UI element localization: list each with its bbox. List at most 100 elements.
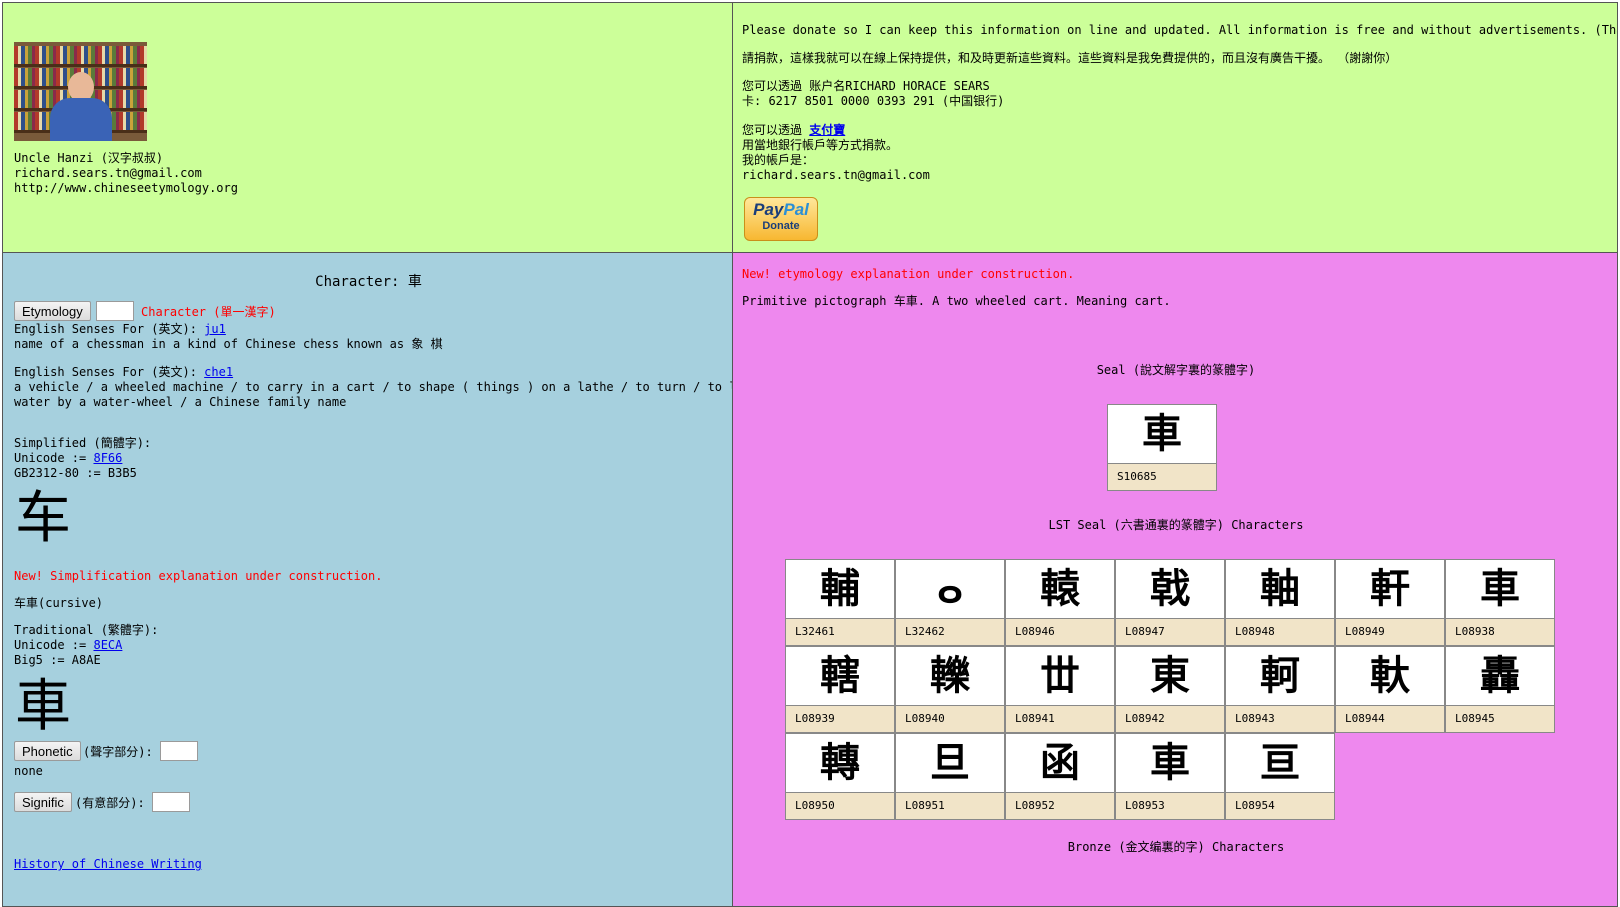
character-label: Character (單一漢字) (141, 305, 276, 319)
glyph-tile: 東 L08942 (1115, 646, 1225, 733)
glyph-tile: 轅 L08946 (1005, 559, 1115, 646)
traditional-big5-code: Big5 := A8AE (14, 653, 101, 667)
glyph-image: 轄 (820, 652, 860, 699)
phonetic-value: none (14, 764, 43, 778)
glyph-tile: 丗 L08941 (1005, 646, 1115, 733)
glyph-image: 轟 (1480, 652, 1520, 699)
pinyin-link-che1[interactable]: che1 (204, 365, 233, 379)
glyph-id-label: L08949 (1336, 618, 1444, 645)
traditional-unicode-label: Unicode := (14, 638, 94, 652)
simplified-unicode-line: Unicode := 8F66 (14, 451, 122, 466)
sense-1-label: English Senses For (英文): (14, 322, 205, 336)
paypal-donate-label: Donate (762, 220, 800, 232)
glyph-image: 轉 (820, 739, 860, 786)
simplification-note: New! Simplification explanation under co… (14, 569, 383, 583)
history-of-chinese-writing-link[interactable]: History of Chinese Writing (14, 857, 202, 872)
glyph-image: 轢 (930, 652, 970, 699)
glyph-id-label: S10685 (1108, 463, 1216, 490)
glyph-image: 車 (1480, 565, 1520, 612)
glyph-tile: 輔 L32461 (785, 559, 895, 646)
glyph-tile: 轟 L08945 (1445, 646, 1555, 733)
glyph-image: 車 (1142, 410, 1182, 457)
profile-website: http://www.chineseetymology.org (14, 181, 238, 195)
glyph-id-label: L08950 (786, 792, 894, 819)
character-panel: Character: 車 Etymology Character (單一漢字) … (2, 252, 733, 907)
glyph-tile: 軻 L08943 (1225, 646, 1335, 733)
glyph-tile: 軒 L08949 (1335, 559, 1445, 646)
alipay-line: 您可以透過 支付寶 (742, 123, 845, 138)
traditional-unicode-line: Unicode := 8ECA (14, 638, 122, 653)
profile-panel: Uncle Hanzi (汉字叔叔) richard.sears.tn@gmai… (2, 2, 733, 253)
glyph-image: 函 (1040, 739, 1080, 786)
sense-2-line: English Senses For (英文): che1 (14, 365, 233, 380)
pinyin-link-ju1[interactable]: ju1 (204, 322, 226, 336)
author-photo (14, 42, 147, 141)
paypal-logo: PayPal (753, 200, 809, 219)
character-input[interactable] (96, 301, 134, 321)
sense-1-line: English Senses For (英文): ju1 (14, 322, 226, 337)
etymology-panel: New! etymology explanation under constru… (732, 252, 1618, 907)
sense-2-text-2: water by a water-wheel / a Chinese famil… (14, 395, 347, 409)
glyph-image: 車 (1150, 739, 1190, 786)
glyph-tile: 轉 L08950 (785, 733, 895, 820)
profile-name: Uncle Hanzi (汉字叔叔) (14, 151, 164, 165)
profile-email: richard.sears.tn@gmail.com (14, 166, 202, 180)
glyph-image: 戟 (1150, 565, 1190, 612)
traditional-label: Traditional (繁體字): (14, 623, 159, 637)
account-label: 我的帳戶是： (742, 153, 815, 167)
etymology-button[interactable]: Etymology (14, 301, 91, 321)
glyph-image: 旦 (930, 739, 970, 786)
glyph-image: 轅 (1040, 565, 1080, 612)
simplified-label: Simplified (簡體字): (14, 436, 152, 450)
glyph-image: 軒 (1370, 565, 1410, 612)
simplified-unicode-label: Unicode := (14, 451, 94, 465)
glyph-image: 亘 (1260, 739, 1300, 786)
alipay-line-2: 用當地銀行帳戶等方式捐款。 (742, 138, 899, 152)
glyph-id-label: L08951 (896, 792, 1004, 819)
glyph-id-label: L08939 (786, 705, 894, 732)
glyph-image: 東 (1150, 652, 1190, 699)
donate-panel: Please donate so I can keep this informa… (732, 2, 1618, 253)
glyph-id-label: L08942 (1116, 705, 1224, 732)
sense-2-text-1: a vehicle / a wheeled machine / to carry… (14, 380, 733, 394)
simplified-unicode-link[interactable]: 8F66 (93, 451, 122, 465)
glyph-tile: 戟 L08947 (1115, 559, 1225, 646)
bronze-section-title: Bronze (金文编裏的字) Characters (1067, 840, 1285, 854)
glyph-image: 輔 (820, 565, 860, 612)
donate-message-zh: 請捐款，這樣我就可以在線上保持提供，和及時更新這些資料。這些資料是我免費提供的，… (742, 51, 1398, 65)
sense-1-text: name of a chessman in a kind of Chinese … (14, 337, 443, 351)
alipay-prefix: 您可以透過 (742, 123, 810, 137)
phonetic-input[interactable] (160, 741, 198, 761)
cursive-forms: 车車(cursive) (14, 596, 104, 610)
sense-2-label: English Senses For (英文): (14, 365, 205, 379)
signific-label: (有意部分): (75, 796, 145, 810)
glyph-id-label: L08945 (1446, 705, 1554, 732)
traditional-unicode-link[interactable]: 8ECA (93, 638, 122, 652)
glyph-id-label: L08943 (1226, 705, 1334, 732)
glyph-id-label: L08952 (1006, 792, 1114, 819)
alipay-link[interactable]: 支付寶 (809, 123, 845, 137)
glyph-image: 軻 (1260, 652, 1300, 699)
glyph-tile: 車 S10685 (1107, 404, 1217, 491)
account-email: richard.sears.tn@gmail.com (742, 168, 930, 182)
glyph-image: 軑 (1370, 652, 1410, 699)
glyph-tile: ⴰ L32462 (895, 559, 1005, 646)
glyph-image: 丗 (1040, 652, 1080, 699)
paypal-donate-button[interactable]: PayPal Donate (744, 197, 818, 241)
glyph-id-label: L32461 (786, 618, 894, 645)
glyph-id-label: L08948 (1226, 618, 1334, 645)
traditional-glyph: 車 (15, 674, 71, 739)
etymology-description: Primitive pictograph 车車. A two wheeled c… (742, 294, 1171, 308)
glyph-id-label: L32462 (896, 618, 1004, 645)
glyph-id-label: L08947 (1116, 618, 1224, 645)
glyph-id-label: L08938 (1446, 618, 1554, 645)
lst-seal-section-title: LST Seal (六書通裏的篆體字) Characters (1048, 518, 1304, 532)
glyph-tile: 亘 L08954 (1225, 733, 1335, 820)
glyph-tile: 車 L08953 (1115, 733, 1225, 820)
signific-input[interactable] (152, 792, 190, 812)
glyph-tile: 旦 L08951 (895, 733, 1005, 820)
phonetic-button[interactable]: Phonetic (14, 741, 81, 761)
signific-button[interactable]: Signific (14, 792, 72, 812)
glyph-tile: 車 L08938 (1445, 559, 1555, 646)
simplified-gb-code: GB2312-80 := B3B5 (14, 466, 137, 480)
